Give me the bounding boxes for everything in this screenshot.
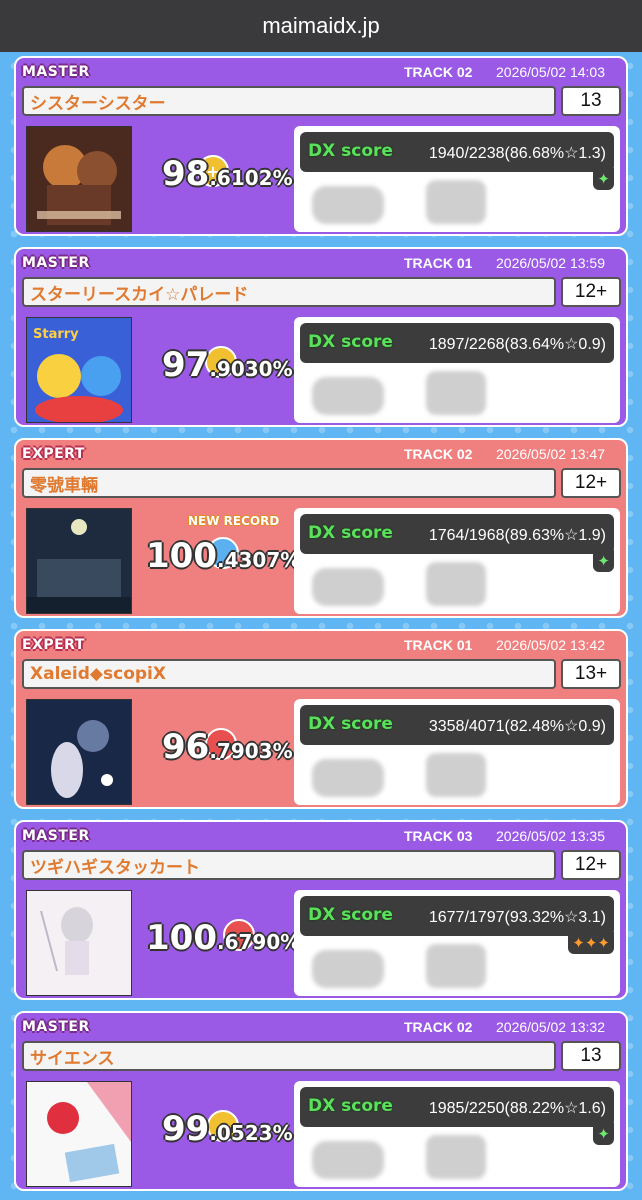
browser-url-bar[interactable]: maimaidx.jp [0, 0, 642, 52]
difficulty-tag: EXPERT [22, 637, 85, 653]
score-panel: DX score 3358/4071(82.48%☆0.9) [294, 699, 620, 805]
dx-score-bar: DX score 1897/2268(83.64%☆0.9) [300, 323, 614, 363]
dx-star-icon: ✦✦✦ [568, 932, 614, 954]
dx-score-bar: DX score 1985/2250(88.22%☆1.6) [300, 1087, 614, 1127]
blurred-badge-icon [312, 759, 384, 797]
song-title: スターリースカイ☆パレード [22, 277, 556, 307]
difficulty-tag: MASTER [22, 255, 90, 271]
dx-score-label: DX score [308, 905, 393, 925]
song-title: Xaleid◆scopiX [22, 659, 556, 689]
play-record-card[interactable]: EXPERT TRACK 01 2026/05/02 13:42 Xaleid◆… [14, 629, 628, 809]
url-text: maimaidx.jp [262, 13, 380, 38]
play-record-card[interactable]: MASTER TRACK 03 2026/05/02 13:35 ツギハギスタッ… [14, 820, 628, 1000]
score-panel: DX score 1764/1968(89.63%☆1.9) ✦ [294, 508, 620, 614]
blurred-badge-icon [312, 568, 384, 606]
song-title: 零號車輛 [22, 468, 556, 498]
track-number: TRACK 02 [404, 1019, 473, 1035]
dx-star-icon: ✦ [593, 550, 614, 572]
play-record-card[interactable]: EXPERT TRACK 02 2026/05/02 13:47 零號車輛 12… [14, 438, 628, 618]
song-jacket-image [26, 1081, 132, 1187]
dx-score-label: DX score [308, 1096, 393, 1116]
song-title: シスターシスター [22, 86, 556, 116]
track-number: TRACK 02 [404, 446, 473, 462]
dx-score-bar: DX score 1764/1968(89.63%☆1.9) [300, 514, 614, 554]
play-date: 2026/05/02 14:03 [496, 64, 605, 80]
song-level: 12+ [561, 850, 621, 880]
achievement-rate: 99.0523% [162, 1109, 293, 1149]
blurred-badge-icon [426, 1135, 486, 1179]
achievement-rate: 100.6790% [146, 918, 301, 958]
blurred-badge-icon [426, 371, 486, 415]
song-jacket-image [26, 508, 132, 614]
dx-score-value: 1985/2250(88.22%☆1.6) [428, 1100, 606, 1117]
blurred-badge-icon [312, 377, 384, 415]
dx-score-value: 1897/2268(83.64%☆0.9) [428, 336, 606, 353]
song-jacket-image [26, 699, 132, 805]
blurred-badge-icon [426, 562, 486, 606]
score-panel: DX score 1940/2238(86.68%☆1.3) ✦ [294, 126, 620, 232]
achievement-rate: 100.4307% [146, 536, 301, 576]
dx-star-icon: ✦ [593, 1123, 614, 1145]
track-number: TRACK 01 [404, 637, 473, 653]
play-record-card[interactable]: MASTER TRACK 02 2026/05/02 14:03 シスターシスタ… [14, 56, 628, 236]
dx-score-bar: DX score 3358/4071(82.48%☆0.9) [300, 705, 614, 745]
score-panel: DX score 1985/2250(88.22%☆1.6) ✦ [294, 1081, 620, 1187]
difficulty-tag: MASTER [22, 828, 90, 844]
dx-star-icon: ✦ [593, 168, 614, 190]
song-title: ツギハギスタッカート [22, 850, 556, 880]
track-number: TRACK 02 [404, 64, 473, 80]
difficulty-tag: MASTER [22, 64, 90, 80]
song-level: 13+ [561, 659, 621, 689]
new-record-badge: NEW RECORD [188, 514, 280, 528]
score-panel: DX score 1897/2268(83.64%☆0.9) [294, 317, 620, 423]
song-jacket-image [26, 890, 132, 996]
achievement-rate: 96.7903% [162, 727, 293, 767]
blurred-badge-icon [426, 180, 486, 224]
song-jacket-image: Starry [26, 317, 132, 423]
dx-score-label: DX score [308, 714, 393, 734]
dx-score-label: DX score [308, 141, 393, 161]
play-record-card[interactable]: MASTER TRACK 02 2026/05/02 13:32 サイエンス 1… [14, 1011, 628, 1191]
song-level: 13 [561, 1041, 621, 1071]
dx-score-bar: DX score 1677/1797(93.32%☆3.1) [300, 896, 614, 936]
play-record-card[interactable]: MASTER TRACK 01 2026/05/02 13:59 スターリースカ… [14, 247, 628, 427]
blurred-badge-icon [312, 950, 384, 988]
song-level: 12+ [561, 468, 621, 498]
blurred-badge-icon [312, 186, 384, 224]
dx-score-bar: DX score 1940/2238(86.68%☆1.3) [300, 132, 614, 172]
track-number: TRACK 01 [404, 255, 473, 271]
score-panel: DX score 1677/1797(93.32%☆3.1) ✦✦✦ [294, 890, 620, 996]
difficulty-tag: MASTER [22, 1019, 90, 1035]
blurred-badge-icon [312, 1141, 384, 1179]
blurred-badge-icon [426, 753, 486, 797]
track-number: TRACK 03 [404, 828, 473, 844]
dx-score-label: DX score [308, 523, 393, 543]
play-date: 2026/05/02 13:35 [496, 828, 605, 844]
play-date: 2026/05/02 13:59 [496, 255, 605, 271]
dx-score-value: 3358/4071(82.48%☆0.9) [428, 718, 606, 735]
song-level: 12+ [561, 277, 621, 307]
dx-score-value: 1677/1797(93.32%☆3.1) [428, 909, 606, 926]
difficulty-tag: EXPERT [22, 446, 85, 462]
play-date: 2026/05/02 13:42 [496, 637, 605, 653]
song-jacket-image [26, 126, 132, 232]
achievement-rate: 98.6102% [162, 154, 293, 194]
blurred-badge-icon [426, 944, 486, 988]
play-date: 2026/05/02 13:47 [496, 446, 605, 462]
svg-text:Starry: Starry [33, 327, 79, 342]
song-title: サイエンス [22, 1041, 556, 1071]
dx-score-label: DX score [308, 332, 393, 352]
song-level: 13 [561, 86, 621, 116]
achievement-rate: 97.9030% [162, 345, 293, 385]
dx-score-value: 1940/2238(86.68%☆1.3) [428, 145, 606, 162]
dx-score-value: 1764/1968(89.63%☆1.9) [428, 527, 606, 544]
play-date: 2026/05/02 13:32 [496, 1019, 605, 1035]
